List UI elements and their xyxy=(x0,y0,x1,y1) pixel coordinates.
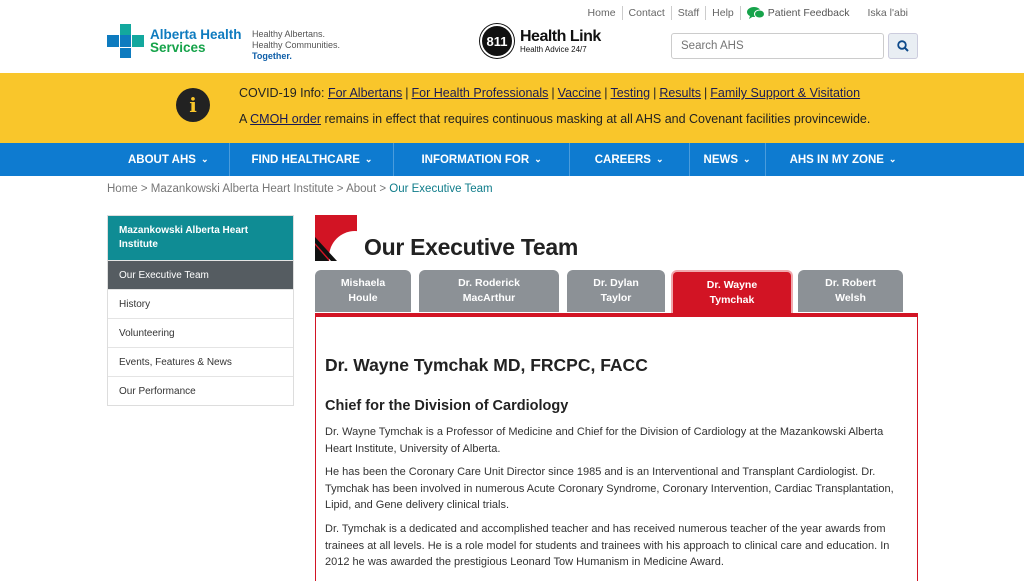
breadcrumb-current: Our Executive Team xyxy=(389,183,493,195)
nav-find-healthcare[interactable]: FIND HEALTHCARE ⌄ xyxy=(230,143,395,176)
sidebar-item-executive-team[interactable]: Our Executive Team xyxy=(108,260,293,289)
person-role: Chief for the Division of Cardiology xyxy=(325,398,569,414)
tab-mishaela-houle[interactable]: Mishaela Houle xyxy=(315,270,411,312)
toplink-help[interactable]: Help xyxy=(705,6,740,20)
toplink-home[interactable]: Home xyxy=(582,6,622,20)
alert-line2-text: remains in effect that requires continuo… xyxy=(324,112,871,126)
bio-paragraph-2: He has been the Coronary Care Unit Direc… xyxy=(325,466,894,511)
alert-prefix: COVID-19 Info: xyxy=(239,86,325,100)
toplink-staff[interactable]: Staff xyxy=(670,6,705,20)
nav-information-for-label: INFORMATION FOR xyxy=(421,153,530,166)
tab-robert-welsh[interactable]: Dr. Robert Welsh xyxy=(798,270,903,312)
covid-alert-banner: i COVID-19 Info: For Albertans | For Healt… xyxy=(0,73,1024,143)
health-link-title: Health Link xyxy=(520,27,601,45)
breadcrumb-home[interactable]: Home xyxy=(107,183,138,195)
nav-careers-label: CAREERS xyxy=(594,153,651,166)
chat-bubbles-icon xyxy=(746,6,765,20)
tab-line1: Dr. Roderick xyxy=(458,277,520,289)
tab-line1: Dr. Wayne xyxy=(706,278,758,291)
health-link-subtitle: Health Advice 24/7 xyxy=(520,44,587,54)
bio-paragraph-1: Dr. Wayne Tymchak is a Professor of Medi… xyxy=(325,426,884,455)
chevron-down-icon: ⌄ xyxy=(888,154,897,164)
title-accent-graphic xyxy=(315,215,357,261)
search-icon xyxy=(897,40,909,52)
logo-line2: Services xyxy=(150,40,206,55)
alert-link-testing[interactable]: Testing xyxy=(610,86,650,100)
info-icon: i xyxy=(176,88,210,122)
sidebar-heading[interactable]: Mazankowski Alberta Heart Institute xyxy=(108,216,293,260)
nav-about-ahs[interactable]: ABOUT AHS ⌄ xyxy=(107,143,231,176)
alert-link-albertans[interactable]: For Albertans xyxy=(328,86,402,100)
toplink-contact[interactable]: Contact xyxy=(621,6,671,20)
alert-link-family-support[interactable]: Family Support & Visitation xyxy=(710,86,860,100)
tagline-line1: Healthy Albertans. xyxy=(252,29,326,39)
tab-line2: Tymchak xyxy=(709,293,755,306)
main-nav: ABOUT AHS ⌄ FIND HEALTHCARE ⌄ INFORMATION … xyxy=(0,143,1024,176)
tab-line2: Welsh xyxy=(835,292,866,304)
person-name: Dr. Wayne Tymchak MD, FRCPC, FACC xyxy=(325,355,648,375)
nav-careers[interactable]: CAREERS ⌄ xyxy=(570,143,690,176)
tagline-line2: Healthy Communities. xyxy=(252,40,341,50)
tab-line1: Dr. Dylan xyxy=(593,277,639,289)
chevron-down-icon: ⌄ xyxy=(655,154,664,164)
tab-dylan-taylor[interactable]: Dr. Dylan Taylor xyxy=(567,270,665,312)
alert-line1: COVID-19 Info: For Albertans | For Health … xyxy=(239,86,861,100)
alert-link-vaccine[interactable]: Vaccine xyxy=(558,86,602,100)
nav-ahs-in-my-zone[interactable]: AHS IN MY ZONE ⌄ xyxy=(766,143,921,176)
language-link[interactable]: Iska l'abi xyxy=(855,6,914,20)
nav-news-label: NEWS xyxy=(703,153,739,166)
alert-line2: A CMOH order remains in effect that requ… xyxy=(239,112,870,126)
breadcrumb-mazankowski[interactable]: Mazankowski Alberta Heart Institute xyxy=(151,183,334,195)
sidebar: Mazankowski Alberta Heart Institute Our … xyxy=(107,215,294,406)
search-input[interactable] xyxy=(671,33,884,59)
chevron-down-icon: ⌄ xyxy=(743,154,751,164)
sidebar-item-history[interactable]: History xyxy=(108,289,293,318)
nav-ahs-in-my-zone-label: AHS IN MY ZONE xyxy=(789,153,884,166)
alert-link-health-professionals[interactable]: For Health Professionals xyxy=(412,86,549,100)
tagline: Healthy Albertans. Healthy Communities. … xyxy=(252,29,340,62)
patient-feedback-link[interactable]: Patient Feedback xyxy=(739,6,856,20)
health-link-logo[interactable]: 811 Health Link Health Advice 24/7 xyxy=(480,24,601,58)
chevron-down-icon: ⌄ xyxy=(200,154,209,164)
utility-links: Home Contact Staff Help Patient Feedback… xyxy=(582,6,914,20)
tab-line1: Mishaela xyxy=(340,277,386,289)
search-button[interactable] xyxy=(888,33,918,59)
tab-line1: Dr. Robert xyxy=(825,277,876,289)
tab-roderick-macarthur[interactable]: Dr. Roderick MacArthur xyxy=(419,270,559,312)
sidebar-item-volunteering[interactable]: Volunteering xyxy=(108,318,293,347)
tab-line2: MacArthur xyxy=(462,292,516,304)
ahs-logo[interactable]: Alberta Health Services xyxy=(107,24,242,58)
tab-line2: Taylor xyxy=(600,292,632,304)
tab-line2: Houle xyxy=(348,292,378,304)
tagline-line3: Together. xyxy=(252,51,292,61)
alert-line2-prefix: A xyxy=(239,112,247,126)
breadcrumb-about[interactable]: About xyxy=(346,183,376,195)
site-header: Alberta Health Services Healthy Albertan… xyxy=(0,0,1024,73)
patient-feedback-label: Patient Feedback xyxy=(767,7,850,19)
sidebar-item-events[interactable]: Events, Features & News xyxy=(108,347,293,376)
page-title: Our Executive Team xyxy=(364,234,579,260)
nav-find-healthcare-label: FIND HEALTHCARE xyxy=(251,153,360,166)
chevron-down-icon: ⌄ xyxy=(364,154,373,164)
nav-information-for[interactable]: INFORMATION FOR ⌄ xyxy=(394,143,570,176)
nav-about-ahs-label: ABOUT AHS xyxy=(128,153,196,166)
ahs-cross-icon xyxy=(107,24,144,58)
alert-link-results[interactable]: Results xyxy=(659,86,701,100)
tab-wayne-tymchak[interactable]: Dr. Wayne Tymchak xyxy=(671,270,793,313)
sidebar-item-performance[interactable]: Our Performance xyxy=(108,376,293,405)
tab-content-panel: Dr. Wayne Tymchak MD, FRCPC, FACC Chief … xyxy=(315,313,918,581)
cmoh-order-link[interactable]: CMOH order xyxy=(250,112,321,126)
health-link-number: 811 xyxy=(480,24,514,58)
bio-paragraph-3: Dr. Tymchak is a dedicated and accomplis… xyxy=(325,523,890,568)
chevron-down-icon: ⌄ xyxy=(534,154,542,164)
nav-news[interactable]: NEWS ⌄ xyxy=(690,143,766,176)
breadcrumb: Home > Mazankowski Alberta Heart Institu… xyxy=(107,183,493,195)
